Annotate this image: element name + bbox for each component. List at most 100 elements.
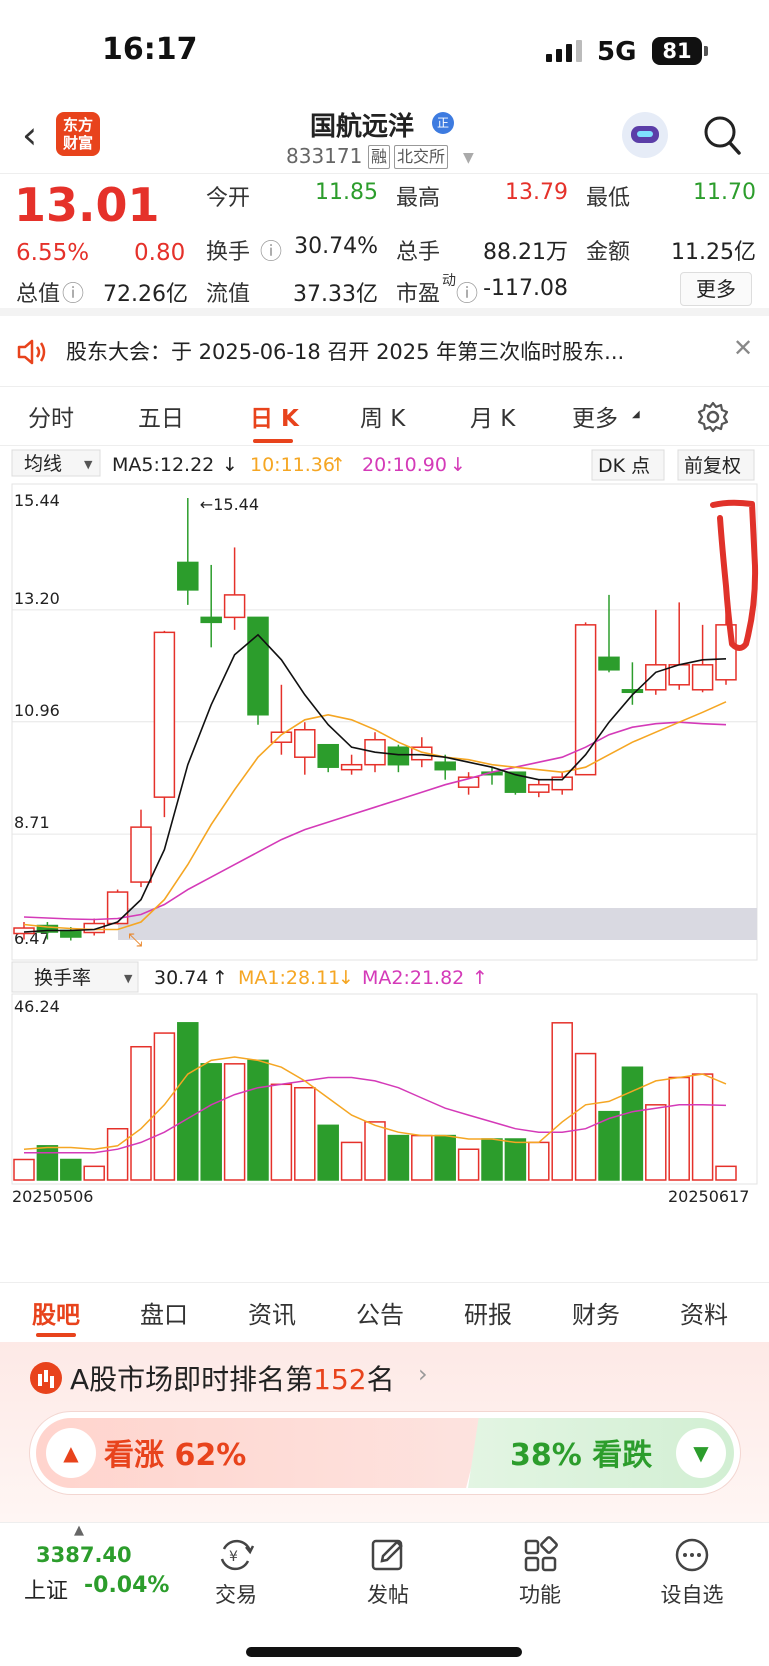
adjust-button[interactable]: 前复权	[684, 455, 741, 477]
up-volume-bar	[551, 1022, 573, 1181]
tab-more[interactable]: 更多	[572, 399, 618, 433]
tab-orderbook[interactable]: 盘口	[140, 1295, 188, 1330]
mktcap-label: 总值	[16, 282, 61, 307]
up-volume-bar	[645, 1104, 667, 1181]
app-logo[interactable]: 东方财富	[56, 112, 100, 156]
close-icon[interactable]: ✕	[733, 334, 753, 362]
assistant-robot-icon[interactable]	[622, 112, 668, 158]
up-volume-bar	[270, 1083, 293, 1181]
price-tick-label: 10.96	[14, 701, 60, 720]
amount-value: 11.25亿	[671, 240, 756, 265]
info-tabs: 股吧 盘口 资讯 公告 研报 财务 资料	[0, 1282, 769, 1340]
index-change[interactable]: -0.04%	[84, 1573, 169, 1598]
info-icon[interactable]: ⓘ	[456, 276, 478, 308]
stock-code: 833171	[286, 144, 363, 168]
vote-down-button[interactable]: ▼	[676, 1428, 726, 1478]
index-name[interactable]: 上证	[24, 1573, 68, 1605]
volume-bars	[13, 1022, 737, 1181]
down-candle	[177, 561, 199, 591]
price-tick-label: 15.44	[14, 491, 60, 510]
margin-tag: 融	[368, 145, 391, 169]
up-volume-bar	[130, 1045, 152, 1181]
tab-research[interactable]: 研报	[464, 1295, 512, 1330]
caret-up-icon: ▲	[74, 1523, 84, 1538]
volume-value: 88.21万	[483, 240, 568, 265]
tab-profile[interactable]: 资料	[680, 1295, 728, 1330]
chevron-right-icon[interactable]: ›	[418, 1360, 428, 1388]
kline-chart-svg[interactable]: 均线 ▼ MA5:12.22 ↓ 10:11.36 ↑ 20:10.90 ↓ D…	[0, 446, 769, 1276]
up-volume-bar	[715, 1165, 737, 1181]
down-candle	[434, 761, 456, 771]
logo-text: 东方财富	[62, 116, 93, 152]
tab-five-day[interactable]: 五日	[138, 399, 184, 433]
bottom-nav: ▲ 3387.40 上证 -0.04% ¥ 交易 发帖 功能 设自选	[0, 1522, 769, 1666]
tab-daily-k[interactable]: 日 K	[250, 399, 299, 433]
back-icon[interactable]: ‹	[22, 116, 37, 154]
indicator-selector[interactable]: 均线	[24, 453, 62, 475]
rank-text[interactable]: A股市场即时排名第152名	[70, 1358, 395, 1398]
battery-icon: 81	[652, 37, 708, 65]
more-button[interactable]: 更多	[680, 272, 752, 306]
volume-label: 总手	[396, 240, 441, 265]
pe-value: -117.08	[483, 276, 568, 301]
index-value[interactable]: 3387.40	[36, 1543, 132, 1567]
down-volume-bar	[504, 1138, 527, 1181]
dk-button[interactable]: DK 点	[598, 455, 650, 477]
chevron-down-icon[interactable]: ▼	[463, 150, 474, 166]
volume-indicator-selector[interactable]: 换手率	[34, 967, 91, 989]
info-icon[interactable]: ⓘ	[260, 234, 282, 266]
gap-band	[118, 908, 757, 940]
tab-weekly-k[interactable]: 周 K	[360, 399, 405, 433]
down-candle	[247, 616, 269, 716]
expand-icon[interactable]: ⤡	[128, 930, 142, 951]
float-value: 37.33亿	[293, 282, 378, 307]
up-candle	[340, 763, 363, 771]
ma5-line	[23, 633, 727, 933]
tab-news[interactable]: 资讯	[248, 1295, 296, 1330]
down-volume-bar	[36, 1145, 59, 1181]
nav-post[interactable]: 发帖	[348, 1535, 428, 1609]
down-volume-bar	[60, 1158, 82, 1181]
notice-text: 股东大会：于 2025-06-18 召开 2025 年第三次临时股东...	[66, 340, 625, 364]
low-value: 11.70	[693, 180, 756, 205]
high-value: 13.79	[505, 180, 568, 205]
price-tick-label: 8.71	[14, 813, 50, 832]
vote-up-button[interactable]: ▲	[46, 1428, 96, 1478]
up-volume-bar	[294, 1086, 316, 1181]
speaker-icon	[16, 338, 48, 370]
change-amount: 0.80	[134, 240, 186, 266]
ma5-legend: MA5:12.22	[112, 454, 214, 476]
tab-guba[interactable]: 股吧	[32, 1295, 80, 1330]
nav-watchlist[interactable]: 设自选	[652, 1535, 732, 1609]
nav-bar: ‹ 东方财富 国航远洋 正 833171 融 北交所 ▼	[0, 100, 769, 174]
apps-icon	[524, 1536, 558, 1572]
notice-bar[interactable]: 股东大会：于 2025-06-18 召开 2025 年第三次临时股东... ✕	[0, 322, 769, 380]
price-tick-label: 13.20	[14, 589, 60, 608]
down-candle	[317, 743, 339, 768]
down-volume-bar	[621, 1066, 644, 1181]
kline-chart[interactable]: 均线 ▼ MA5:12.22 ↓ 10:11.36 ↑ 20:10.90 ↓ D…	[0, 446, 769, 1276]
ma10-legend: 10:11.36	[250, 454, 335, 476]
tab-monthly-k[interactable]: 月 K	[470, 399, 515, 433]
start-date-label: 20250506	[12, 1187, 93, 1206]
down-candle	[200, 616, 222, 624]
status-bar: 16:17 5G 81	[0, 0, 769, 100]
pe-dynamic-sup: 动	[442, 273, 456, 289]
down-candle	[621, 689, 644, 694]
up-volume-bar	[364, 1121, 386, 1181]
up-volume-bar	[223, 1063, 246, 1181]
tab-finance[interactable]: 财务	[572, 1295, 620, 1330]
current-price: 13.01	[14, 178, 160, 232]
open-value: 11.85	[315, 180, 378, 205]
search-icon[interactable]	[702, 114, 742, 156]
tab-announcements[interactable]: 公告	[356, 1295, 404, 1330]
nav-functions[interactable]: 功能	[500, 1535, 580, 1609]
ma5-arrow: ↓	[222, 454, 238, 476]
down-volume-bar	[481, 1138, 503, 1181]
nav-trade[interactable]: ¥ 交易	[196, 1535, 276, 1609]
tab-intraday[interactable]: 分时	[28, 399, 74, 433]
up-volume-bar	[153, 1032, 176, 1181]
gear-icon[interactable]	[697, 401, 729, 437]
nav-trade-label: 交易	[215, 1583, 257, 1607]
down-candle	[60, 929, 82, 938]
